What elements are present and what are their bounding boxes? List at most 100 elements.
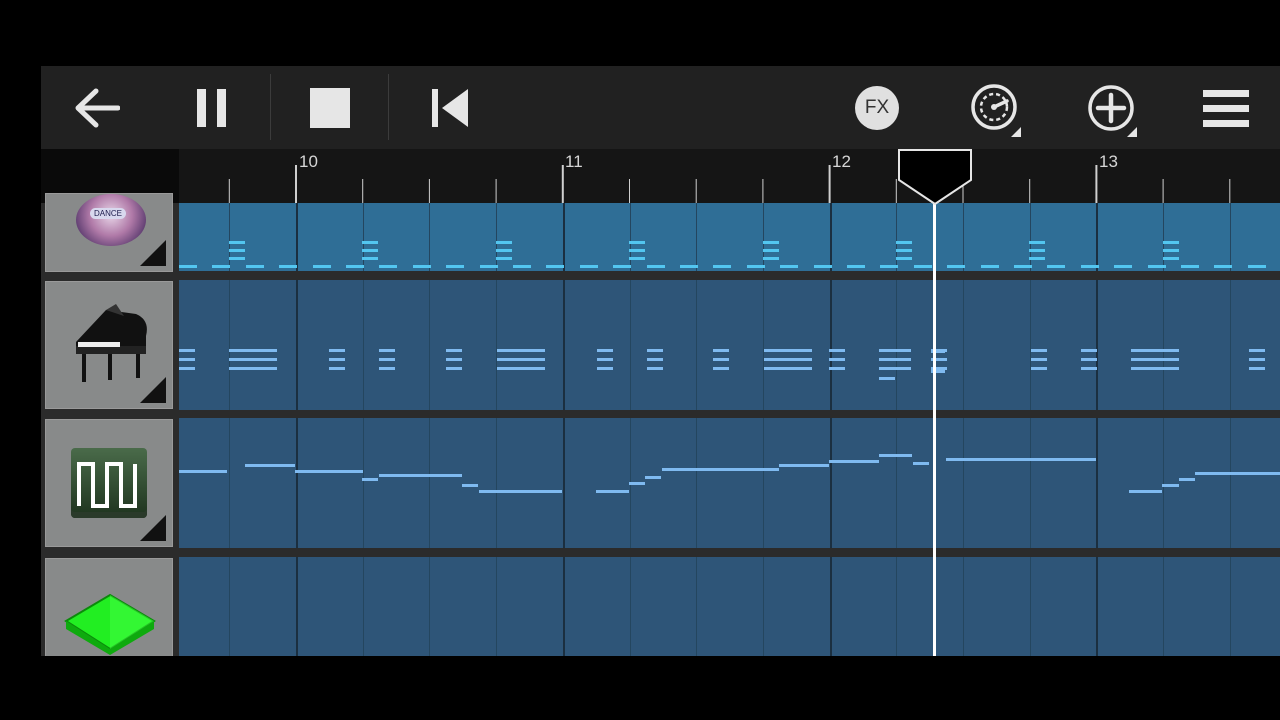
- note[interactable]: [229, 349, 245, 352]
- lane-pad[interactable]: [179, 557, 1280, 656]
- note[interactable]: [479, 265, 498, 268]
- note[interactable]: [513, 265, 531, 268]
- note[interactable]: [1249, 358, 1265, 361]
- note[interactable]: [913, 265, 932, 268]
- stop-button[interactable]: [305, 66, 355, 149]
- note[interactable]: [245, 464, 295, 467]
- note[interactable]: [647, 367, 663, 370]
- note[interactable]: [529, 349, 545, 352]
- note[interactable]: [1081, 367, 1097, 370]
- note[interactable]: [279, 265, 298, 268]
- note[interactable]: [1029, 241, 1046, 244]
- note[interactable]: [229, 249, 245, 252]
- back-button[interactable]: [69, 66, 125, 149]
- note[interactable]: [261, 349, 277, 352]
- note[interactable]: [880, 265, 899, 268]
- note[interactable]: [362, 257, 379, 260]
- note[interactable]: [1163, 358, 1179, 361]
- note[interactable]: [179, 349, 195, 352]
- note[interactable]: [179, 470, 227, 473]
- lane-synth[interactable]: [179, 418, 1280, 548]
- note[interactable]: [762, 241, 779, 244]
- note[interactable]: [629, 241, 646, 244]
- note[interactable]: [629, 257, 646, 260]
- note[interactable]: [212, 265, 231, 268]
- note[interactable]: [1080, 265, 1099, 268]
- note[interactable]: [446, 265, 465, 268]
- note[interactable]: [379, 474, 462, 477]
- menu-button[interactable]: [1201, 66, 1251, 149]
- note[interactable]: [879, 454, 912, 457]
- note[interactable]: [647, 349, 663, 352]
- note[interactable]: [1162, 484, 1179, 487]
- note[interactable]: [1131, 358, 1147, 361]
- note[interactable]: [879, 367, 895, 370]
- fx-button[interactable]: FX: [851, 66, 903, 149]
- note[interactable]: [1029, 249, 1046, 252]
- note[interactable]: [513, 349, 529, 352]
- note[interactable]: [896, 241, 912, 244]
- note[interactable]: [946, 458, 1096, 461]
- note[interactable]: [1131, 367, 1147, 370]
- note[interactable]: [497, 358, 513, 361]
- note[interactable]: [1163, 349, 1179, 352]
- note[interactable]: [229, 241, 245, 244]
- note[interactable]: [446, 367, 462, 370]
- note[interactable]: [1181, 265, 1199, 268]
- note[interactable]: [179, 367, 195, 370]
- note[interactable]: [764, 358, 780, 361]
- tempo-button[interactable]: [963, 66, 1027, 149]
- note[interactable]: [229, 367, 245, 370]
- note[interactable]: [1031, 349, 1047, 352]
- note[interactable]: [780, 367, 796, 370]
- note[interactable]: [462, 484, 478, 487]
- note[interactable]: [261, 367, 277, 370]
- note[interactable]: [1247, 265, 1266, 268]
- note[interactable]: [579, 265, 598, 268]
- note[interactable]: [829, 367, 845, 370]
- note[interactable]: [529, 367, 545, 370]
- track-header-pad[interactable]: [45, 558, 173, 656]
- note[interactable]: [762, 257, 779, 260]
- note[interactable]: [312, 265, 331, 268]
- note[interactable]: [446, 349, 462, 352]
- note[interactable]: [629, 482, 645, 485]
- note[interactable]: [495, 249, 512, 252]
- note[interactable]: [1047, 265, 1066, 268]
- note[interactable]: [1249, 349, 1265, 352]
- note[interactable]: [546, 265, 565, 268]
- track-header-drums[interactable]: DANCE: [45, 193, 173, 272]
- rewind-button[interactable]: [425, 66, 475, 149]
- note[interactable]: [779, 464, 829, 467]
- note[interactable]: [597, 367, 613, 370]
- note[interactable]: [847, 265, 865, 268]
- note[interactable]: [446, 358, 462, 361]
- note[interactable]: [1147, 265, 1166, 268]
- note[interactable]: [379, 367, 395, 370]
- note[interactable]: [895, 358, 911, 361]
- note[interactable]: [780, 349, 796, 352]
- note[interactable]: [495, 241, 512, 244]
- lane-drums[interactable]: [179, 203, 1280, 271]
- note[interactable]: [1195, 472, 1280, 475]
- note[interactable]: [829, 349, 845, 352]
- track-header-synth[interactable]: [45, 419, 173, 547]
- note[interactable]: [1014, 265, 1032, 268]
- note[interactable]: [879, 349, 895, 352]
- note[interactable]: [980, 265, 999, 268]
- note[interactable]: [879, 377, 895, 380]
- note[interactable]: [1031, 367, 1047, 370]
- note[interactable]: [662, 468, 779, 471]
- note[interactable]: [362, 249, 379, 252]
- note[interactable]: [713, 358, 729, 361]
- note[interactable]: [1031, 358, 1047, 361]
- note[interactable]: [829, 460, 879, 463]
- note[interactable]: [346, 265, 364, 268]
- note[interactable]: [379, 358, 395, 361]
- note[interactable]: [362, 241, 379, 244]
- note[interactable]: [764, 367, 780, 370]
- note[interactable]: [229, 358, 245, 361]
- note[interactable]: [513, 367, 529, 370]
- note[interactable]: [497, 367, 513, 370]
- note[interactable]: [1162, 249, 1179, 252]
